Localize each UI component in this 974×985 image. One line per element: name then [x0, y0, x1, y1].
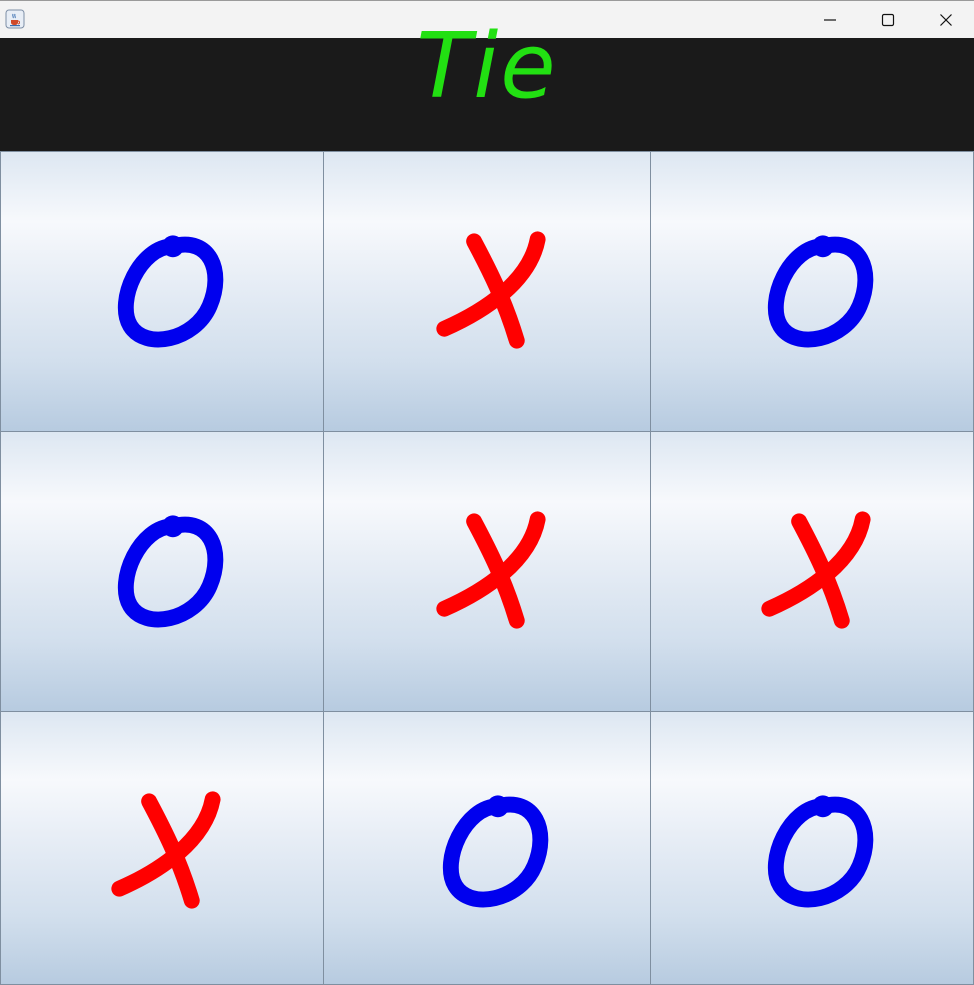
board-cell-r3-c3[interactable] [650, 711, 974, 985]
o-stroke-start [162, 515, 184, 538]
o-stroke [768, 236, 874, 348]
board-cell-r3-c2[interactable] [323, 711, 651, 985]
o-mark [768, 235, 874, 348]
game-board [0, 151, 974, 985]
o-stroke [118, 236, 224, 348]
o-stroke-start [487, 795, 509, 818]
x-mark [436, 511, 546, 629]
o-mark [118, 515, 224, 628]
o-stroke [768, 796, 874, 908]
o-stroke-start [162, 235, 184, 258]
o-mark [443, 795, 549, 908]
board-cell-r2-c2[interactable] [323, 431, 651, 712]
o-stroke-start [812, 795, 834, 818]
board-cell-r3-c1[interactable] [0, 711, 324, 985]
board-cell-r1-c3[interactable] [650, 151, 974, 432]
x-mark [436, 231, 546, 349]
o-stroke [443, 796, 549, 908]
o-mark [118, 235, 224, 348]
game-status-text: Tie [416, 14, 558, 119]
board-cell-r1-c2[interactable] [323, 151, 651, 432]
status-banner: Tie [0, 22, 974, 151]
o-stroke [118, 516, 224, 628]
o-mark [768, 795, 874, 908]
game-window: Tie [0, 0, 974, 985]
board-cell-r2-c3[interactable] [650, 431, 974, 712]
o-stroke-start [812, 235, 834, 258]
board-cell-r2-c1[interactable] [0, 431, 324, 712]
x-mark [761, 511, 871, 629]
board-cell-r1-c1[interactable] [0, 151, 324, 432]
x-mark [111, 791, 221, 909]
